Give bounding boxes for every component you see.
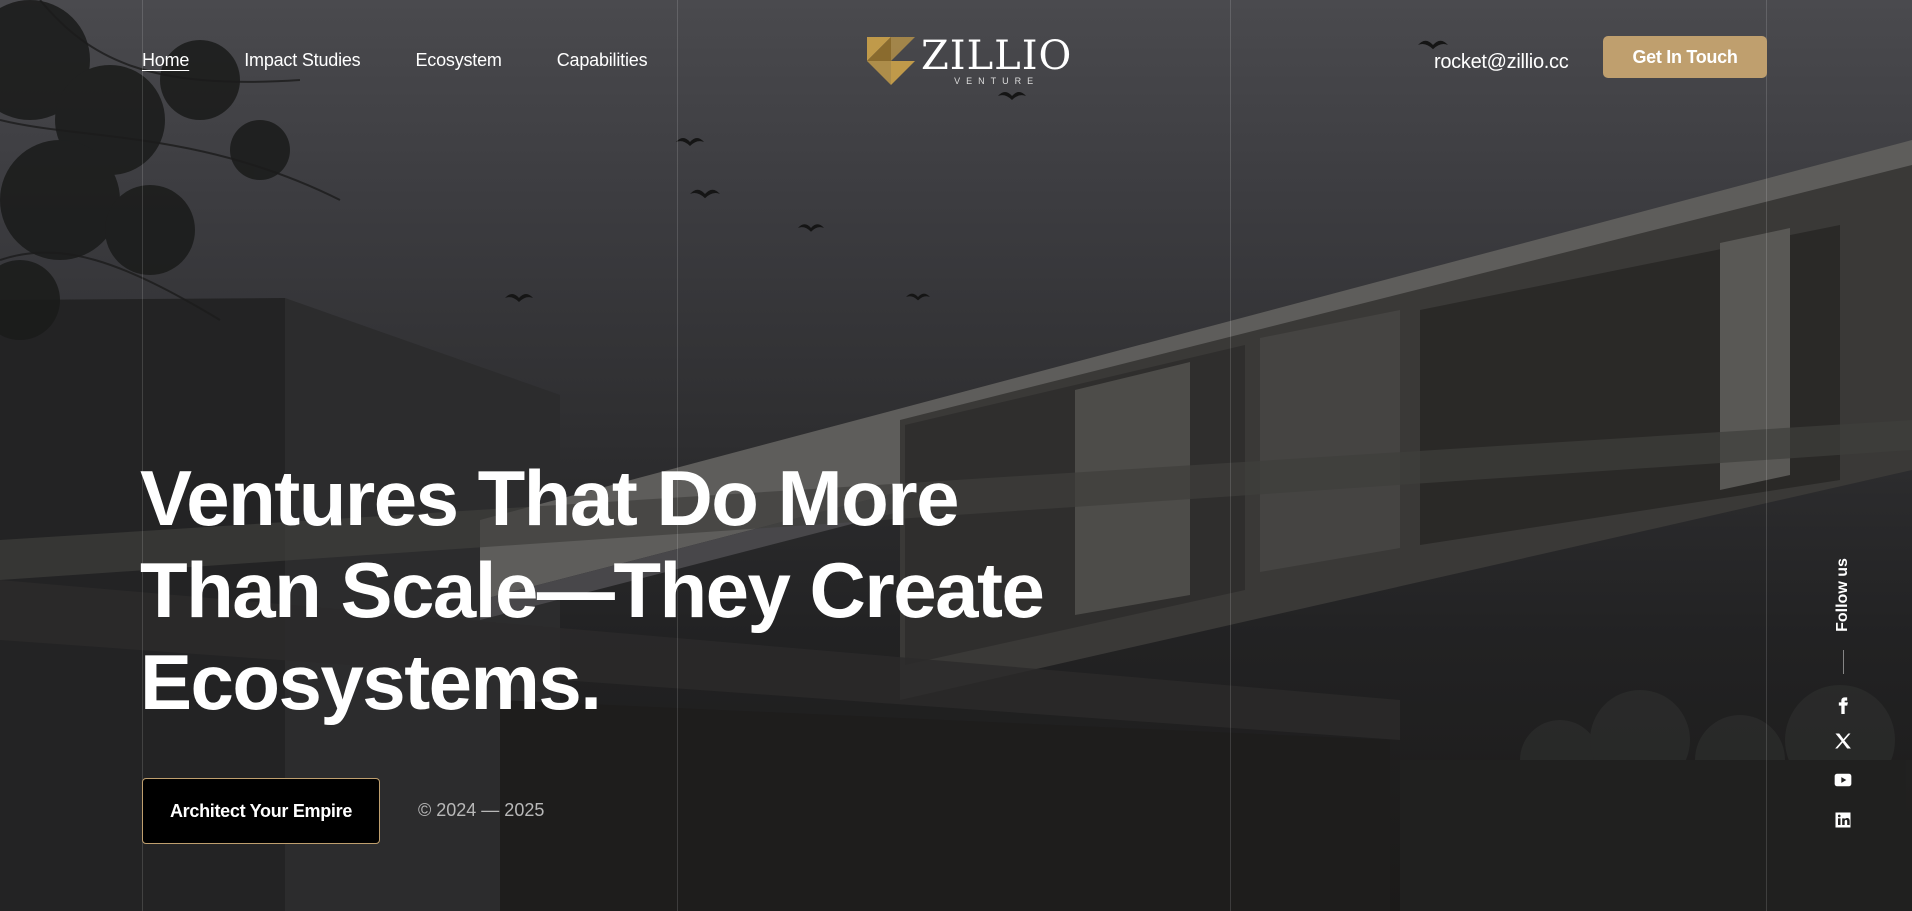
- grid-line: [1766, 0, 1767, 911]
- hero-page: Home Impact Studies Ecosystem Capabiliti…: [0, 0, 1912, 911]
- logo-wordmark: ZILLIO: [921, 33, 1073, 79]
- hero-title: Ventures That Do More Than Scale—They Cr…: [140, 452, 1100, 728]
- nav-item-ecosystem[interactable]: Ecosystem: [415, 50, 501, 71]
- nav-item-capabilities[interactable]: Capabilities: [557, 50, 648, 71]
- follow-us-text: Follow us: [1834, 558, 1851, 632]
- brand-logo[interactable]: ZILLIO VENTURE: [867, 36, 1072, 86]
- bird-icon: [998, 92, 1026, 100]
- hero-title-line: Than Scale—They Create: [140, 546, 1045, 634]
- nav-item-home[interactable]: Home: [142, 50, 189, 71]
- logo-subtitle: VENTURE: [954, 76, 1040, 86]
- logo-mark-icon: [867, 37, 915, 85]
- youtube-icon[interactable]: [1832, 769, 1854, 791]
- contact-email-link[interactable]: rocket@zillio.cc: [1434, 51, 1569, 74]
- bird-icon: [676, 138, 704, 146]
- x-icon[interactable]: [1832, 730, 1854, 752]
- bird-icon: [690, 189, 720, 199]
- main-nav: Home Impact Studies Ecosystem Capabiliti…: [142, 50, 648, 71]
- linkedin-icon[interactable]: [1832, 809, 1854, 831]
- grid-line: [1230, 0, 1231, 911]
- facebook-icon[interactable]: [1832, 693, 1854, 715]
- get-in-touch-button[interactable]: Get In Touch: [1603, 36, 1767, 78]
- architect-your-empire-button[interactable]: Architect Your Empire: [142, 778, 380, 844]
- bird-icon: [505, 294, 533, 302]
- follow-us-label: Follow us: [1828, 555, 1858, 635]
- bird-icon: [906, 293, 930, 301]
- follow-divider: [1843, 650, 1844, 674]
- nav-item-impact-studies[interactable]: Impact Studies: [244, 50, 360, 71]
- hero-title-line: Ecosystems.: [140, 638, 602, 726]
- bird-icon: [798, 224, 824, 232]
- copyright-text: © 2024 — 2025: [418, 800, 545, 820]
- hero-title-line: Ventures That Do More: [140, 454, 959, 542]
